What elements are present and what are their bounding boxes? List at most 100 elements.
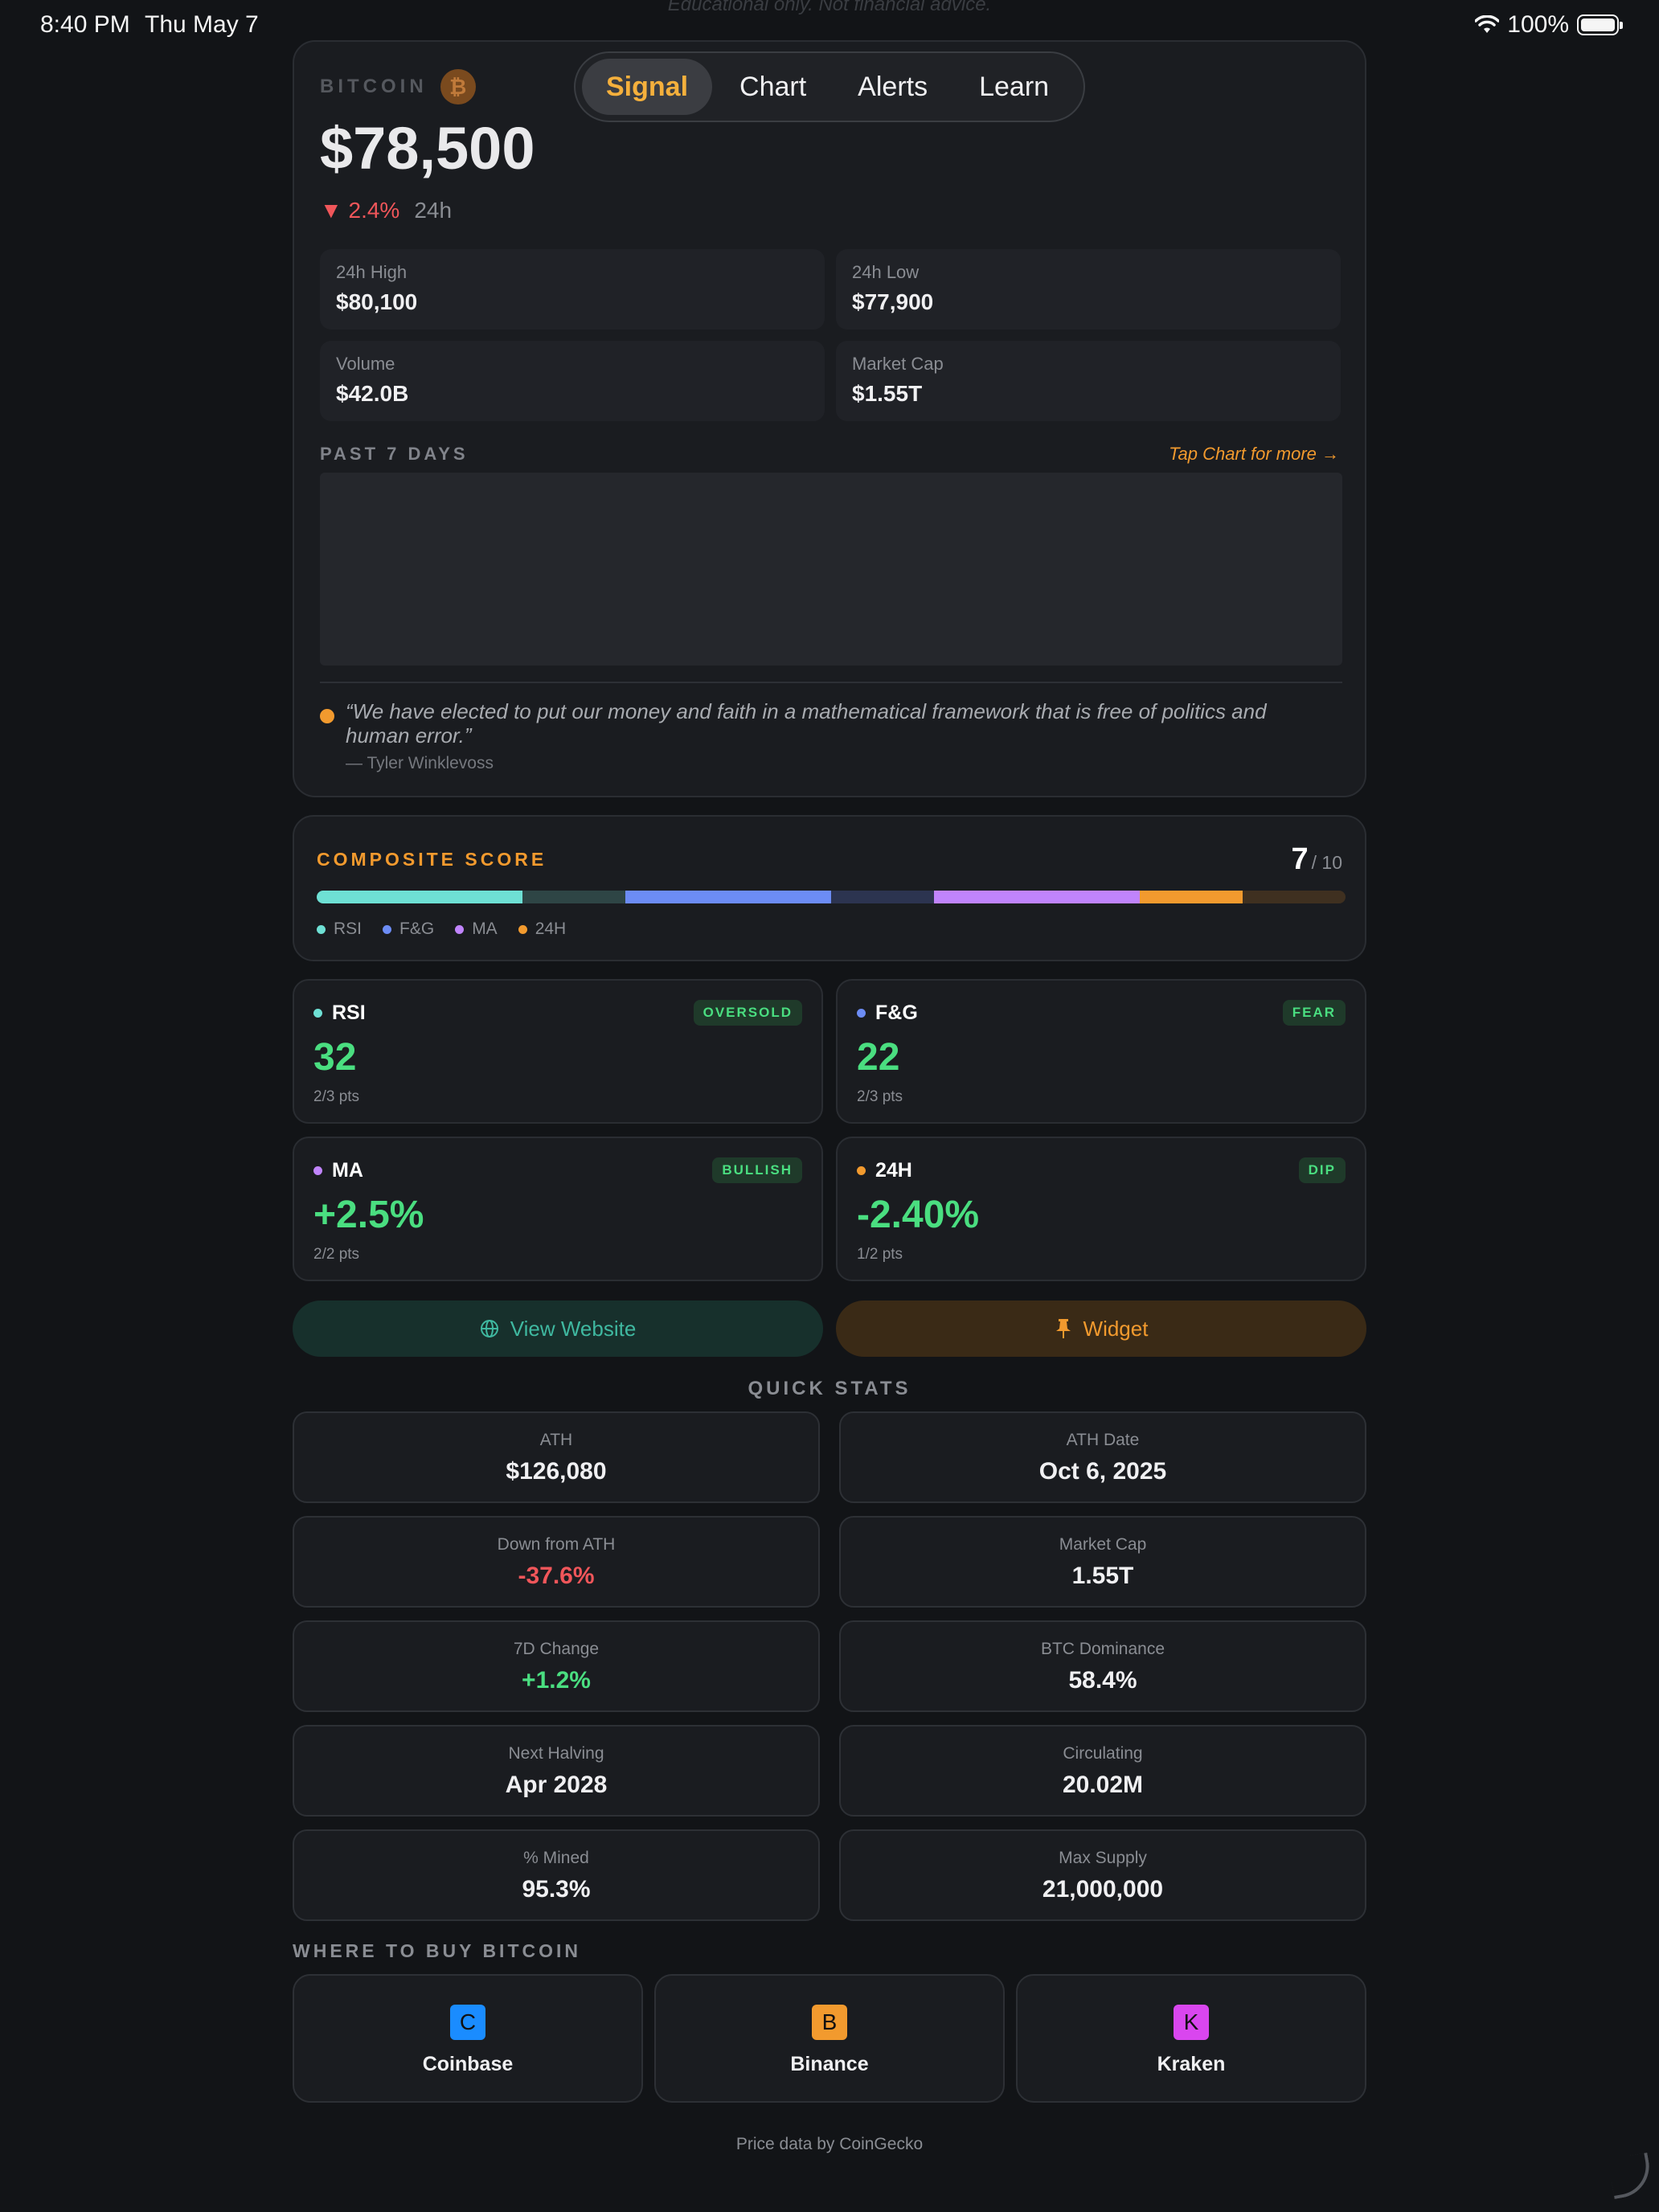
quick-stat-value: -37.6% bbox=[518, 1563, 595, 1589]
indicator-card-ma[interactable]: MA BULLISH +2.5% 2/2 pts bbox=[293, 1137, 823, 1281]
quick-stat-label: Max Supply bbox=[1059, 1849, 1147, 1867]
stat-value: $42.0B bbox=[336, 381, 409, 406]
tab-alerts[interactable]: Alerts bbox=[834, 59, 952, 115]
quick-stat-label: BTC Dominance bbox=[1040, 1640, 1165, 1658]
tab-chart[interactable]: Chart bbox=[715, 59, 830, 115]
quick-stats-grid: ATH $126,080 ATH Date Oct 6, 2025 Down from … bbox=[293, 1411, 1366, 1921]
score-segment-24h bbox=[1243, 891, 1346, 903]
quick-stat-card: 7D Change +1.2% bbox=[293, 1620, 820, 1712]
composite-score-bar bbox=[317, 891, 1346, 903]
binance-logo-icon: B bbox=[812, 2005, 847, 2040]
status-date: Thu May 7 bbox=[145, 11, 259, 38]
quick-stat-label: Circulating bbox=[1063, 1744, 1143, 1763]
exchange-card-binance[interactable]: B Binance bbox=[654, 1974, 1005, 2103]
coin-label: BITCOIN ₿ bbox=[320, 69, 476, 104]
indicator-card-24h[interactable]: 24H DIP -2.40% 1/2 pts bbox=[836, 1137, 1366, 1281]
quick-stat-value: +1.2% bbox=[522, 1667, 591, 1694]
composite-score-card: COMPOSITE SCORE 7 / 10 RSI F&G MA 24H bbox=[293, 815, 1366, 961]
quick-stat-card: Market Cap 1.55T bbox=[839, 1516, 1366, 1608]
where-to-buy-title: WHERE TO BUY BITCOIN bbox=[293, 1940, 581, 1961]
stat-24h-low: 24h Low $77,900 bbox=[836, 249, 1341, 330]
quick-stat-value: $126,080 bbox=[506, 1458, 607, 1485]
tab-signal[interactable]: Signal bbox=[582, 59, 713, 115]
tab-learn[interactable]: Learn bbox=[955, 59, 1073, 115]
quick-stat-card: Circulating 20.02M bbox=[839, 1725, 1366, 1817]
status-badge: DIP bbox=[1298, 1157, 1346, 1183]
corner-indicator bbox=[1608, 2153, 1654, 2199]
quick-stat-card: Max Supply 21,000,000 bbox=[839, 1829, 1366, 1921]
app-screen: Educational only. Not financial advice. … bbox=[0, 0, 1659, 2212]
stat-24h-high: 24h High $80,100 bbox=[320, 249, 825, 330]
score-segment-ma bbox=[934, 891, 1037, 903]
indicator-card-rsi[interactable]: RSI OVERSOLD 32 2/3 pts bbox=[293, 979, 823, 1124]
tab-bar: Signal Chart Alerts Learn bbox=[574, 51, 1085, 122]
footer-attribution: Price data by CoinGecko bbox=[735, 2135, 924, 2153]
tap-chart-link[interactable]: Tap Chart for more → bbox=[1169, 444, 1339, 465]
globe-icon bbox=[480, 1320, 498, 1337]
divider bbox=[320, 682, 1342, 683]
score-segment-fg bbox=[625, 891, 728, 903]
legend-item-24h: 24H bbox=[518, 920, 566, 939]
indicator-points: 2/3 pts bbox=[857, 1088, 903, 1105]
exchange-name: Kraken bbox=[1157, 2053, 1226, 2075]
quick-stat-label: Down from ATH bbox=[497, 1535, 616, 1554]
ma-dot-icon bbox=[455, 924, 465, 934]
indicator-header: F&G bbox=[857, 1002, 918, 1025]
quick-stat-label: 7D Change bbox=[513, 1640, 600, 1658]
stat-value: $77,900 bbox=[852, 289, 934, 314]
coin-name: BITCOIN bbox=[320, 76, 428, 97]
fg-dot-icon bbox=[857, 1009, 866, 1018]
view-website-label: View Website bbox=[510, 1316, 637, 1341]
score-max: / 10 bbox=[1311, 852, 1342, 873]
24h-dot-icon bbox=[857, 1166, 866, 1175]
quick-stat-value: 21,000,000 bbox=[1042, 1876, 1164, 1903]
score-segment-ma bbox=[1037, 891, 1140, 903]
quick-stat-card: % Mined 95.3% bbox=[293, 1829, 820, 1921]
quick-stat-value: 58.4% bbox=[1068, 1667, 1137, 1694]
exchange-card-kraken[interactable]: K Kraken bbox=[1016, 1974, 1366, 2103]
score-segment-rsi bbox=[420, 891, 522, 903]
fg-dot-icon bbox=[383, 924, 392, 934]
stat-market-cap: Market Cap $1.55T bbox=[836, 341, 1341, 421]
battery-percent: 100% bbox=[1507, 11, 1569, 38]
exchange-card-coinbase[interactable]: C Coinbase bbox=[293, 1974, 643, 2103]
quick-stat-label: % Mined bbox=[523, 1849, 589, 1867]
quote-author: — Tyler Winklevoss bbox=[346, 754, 494, 772]
stat-value: $1.55T bbox=[852, 381, 923, 406]
indicator-points: 2/3 pts bbox=[313, 1088, 360, 1105]
quick-stat-label: Next Halving bbox=[508, 1744, 604, 1763]
quick-stat-card: Next Halving Apr 2028 bbox=[293, 1725, 820, 1817]
exchange-name: Coinbase bbox=[422, 2053, 514, 2075]
quick-stat-label: Market Cap bbox=[1059, 1535, 1147, 1554]
quick-stat-value: Apr 2028 bbox=[505, 1772, 608, 1798]
status-badge: BULLISH bbox=[712, 1157, 802, 1183]
rsi-dot-icon bbox=[313, 1009, 322, 1018]
exchange-grid: C Coinbase B Binance K Kraken bbox=[293, 1974, 1366, 2103]
legend-item-rsi: RSI bbox=[317, 920, 362, 939]
change-period: 24h bbox=[414, 198, 453, 223]
widget-button[interactable]: Widget bbox=[836, 1301, 1366, 1357]
indicator-header: RSI bbox=[313, 1002, 366, 1025]
indicator-header: 24H bbox=[857, 1159, 912, 1182]
quick-stat-value: 20.02M bbox=[1062, 1772, 1144, 1798]
score-segment-fg bbox=[831, 891, 934, 903]
score-segment-rsi bbox=[317, 891, 420, 903]
quick-stat-label: ATH bbox=[539, 1431, 573, 1449]
stat-volume: Volume $42.0B bbox=[320, 341, 825, 421]
sparkline-chart[interactable] bbox=[320, 473, 1342, 666]
quick-stat-card: Down from ATH -37.6% bbox=[293, 1516, 820, 1608]
view-website-button[interactable]: View Website bbox=[293, 1301, 823, 1357]
legend-item-fg: F&G bbox=[383, 920, 434, 939]
quick-stat-card: ATH Date Oct 6, 2025 bbox=[839, 1411, 1366, 1503]
stat-label: Market Cap bbox=[852, 354, 944, 374]
indicator-card-fg[interactable]: F&G FEAR 22 2/3 pts bbox=[836, 979, 1366, 1124]
ma-dot-icon bbox=[313, 1166, 322, 1175]
quick-stat-value: Oct 6, 2025 bbox=[1038, 1458, 1167, 1485]
widget-label: Widget bbox=[1083, 1316, 1149, 1341]
quote-bullet-icon bbox=[320, 709, 334, 723]
battery-icon bbox=[1577, 14, 1623, 35]
score-segment-fg bbox=[728, 891, 831, 903]
pin-icon bbox=[1055, 1319, 1071, 1338]
stat-label: Volume bbox=[336, 354, 395, 374]
wifi-icon bbox=[1475, 15, 1500, 33]
